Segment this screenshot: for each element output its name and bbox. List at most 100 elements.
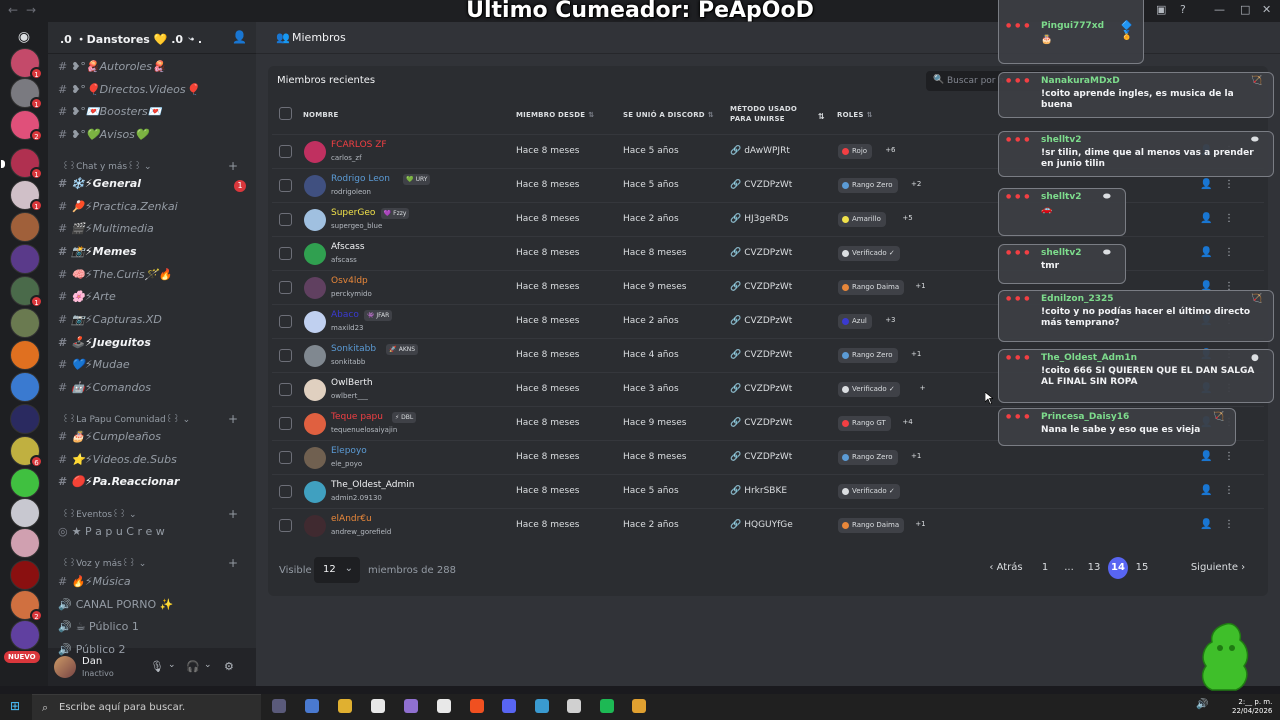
channel-item[interactable]: # ❥°🪼Autoroles🪼 <box>58 60 248 80</box>
server-icon[interactable] <box>10 468 40 498</box>
role-pill[interactable]: Verificado ✓ <box>838 484 900 499</box>
file-explorer-icon[interactable] <box>338 699 352 713</box>
profile-icon[interactable]: 👤 <box>1200 485 1212 496</box>
member-display-name[interactable]: Teque papu <box>331 412 383 422</box>
channel-item[interactable]: # ❥°💌Boosters💌 <box>58 105 248 125</box>
role-pill[interactable]: Verificado ✓ <box>838 382 900 397</box>
row-checkbox[interactable] <box>279 485 292 498</box>
avatar[interactable] <box>304 413 326 435</box>
discord-home-icon[interactable]: ◉ <box>12 29 36 49</box>
server-icon[interactable]: 1 <box>1 148 43 180</box>
profile-icon[interactable]: 👤 <box>1200 213 1212 224</box>
more-roles-count[interactable]: + <box>920 384 926 392</box>
row-checkbox[interactable] <box>279 179 292 192</box>
avatar[interactable] <box>304 379 326 401</box>
column-header-name[interactable]: NOMBRE <box>303 110 338 120</box>
avatar[interactable] <box>304 175 326 197</box>
avatar[interactable] <box>304 481 326 503</box>
profile-icon[interactable]: 👤 <box>1200 179 1212 190</box>
obs-icon[interactable] <box>567 699 581 713</box>
member-display-name[interactable]: SuperGeo <box>331 208 375 218</box>
avatar[interactable] <box>304 243 326 265</box>
role-pill[interactable]: Rango Zero <box>838 348 898 363</box>
more-options-icon[interactable]: ⋮ <box>1224 519 1234 530</box>
add-channel-icon[interactable]: + <box>228 556 238 570</box>
avatar[interactable] <box>304 345 326 367</box>
channel-item[interactable]: # 🎂⚡Cumpleaños <box>58 430 248 450</box>
channel-item[interactable]: # ⭐⚡Videos.de.Subs <box>58 453 248 473</box>
channel-item[interactable]: # 📷⚡Capturas.XD <box>58 313 248 333</box>
server-icon[interactable] <box>10 560 40 590</box>
channel-item[interactable]: ◎ ★ P a p u C r e w <box>58 525 248 545</box>
back-arrow-icon[interactable]: ← <box>8 3 18 17</box>
table-row[interactable]: The_Oldest_Admin admin2.09130 Hace 8 meses… <box>272 474 1264 508</box>
page-14-current[interactable]: 14 <box>1108 557 1128 579</box>
channel-category[interactable]: ꒰꒱La Papu Comunidad꒰꒱ ⌄ + <box>62 412 248 427</box>
channel-item[interactable]: # 🎬⚡Multimedia <box>58 222 248 242</box>
page-15[interactable]: 15 <box>1132 557 1152 579</box>
member-display-name[interactable]: Osv4ldp <box>331 276 368 286</box>
avatar[interactable] <box>304 311 326 333</box>
browser-icon[interactable] <box>305 699 319 713</box>
channel-category[interactable]: ꒰꒱Voz y más꒰꒱ ⌄ + <box>62 556 248 571</box>
column-header-joined-discord[interactable]: SE UNIÓ A DISCORD ⇅ <box>623 110 714 120</box>
server-icon[interactable]: 6 <box>10 436 43 468</box>
column-header-roles[interactable]: ROLES ⇅ <box>837 110 873 120</box>
more-roles-count[interactable]: +6 <box>885 146 895 154</box>
more-options-icon[interactable]: ⋮ <box>1224 485 1234 496</box>
row-checkbox[interactable] <box>279 315 292 328</box>
server-icon[interactable] <box>10 244 40 274</box>
row-checkbox[interactable] <box>279 247 292 260</box>
game-icon[interactable] <box>535 699 549 713</box>
server-icon[interactable]: 1 <box>10 180 43 212</box>
server-icon[interactable] <box>10 372 40 402</box>
member-display-name[interactable]: Elepoyo <box>331 446 367 456</box>
more-roles-count[interactable]: +3 <box>885 316 895 324</box>
avatar[interactable] <box>304 515 326 537</box>
taskbar-search[interactable]: ⌕ Escribe aquí para buscar. <box>32 694 261 720</box>
server-icon[interactable]: 1 <box>10 78 43 110</box>
row-checkbox[interactable] <box>279 417 292 430</box>
more-roles-count[interactable]: +1 <box>915 282 925 290</box>
more-options-icon[interactable]: ⋮ <box>1224 451 1234 462</box>
member-display-name[interactable]: The_Oldest_Admin <box>331 480 414 490</box>
row-checkbox[interactable] <box>279 145 292 158</box>
channel-category[interactable]: ꒰꒱Eventos꒰꒱ ⌄ + <box>62 507 248 522</box>
discord-icon[interactable] <box>502 699 516 713</box>
table-row[interactable]: elAndr€u andrew_gorefield Hace 8 meses Hace… <box>272 508 1264 542</box>
channel-item[interactable]: # 🏓⚡Practica.Zenkai <box>58 200 248 220</box>
per-page-select[interactable]: 12 ⌄ <box>314 557 360 583</box>
more-roles-count[interactable]: +4 <box>902 418 912 426</box>
more-roles-count[interactable]: +2 <box>911 180 921 188</box>
member-display-name[interactable]: elAndr€u <box>331 514 372 524</box>
more-options-icon[interactable]: ⋮ <box>1224 213 1234 224</box>
brave-icon[interactable] <box>470 699 484 713</box>
server-icon[interactable] <box>10 308 40 338</box>
task-view-icon[interactable] <box>272 699 286 713</box>
role-pill[interactable]: Rango Zero <box>838 450 898 465</box>
role-pill[interactable]: Rojo <box>838 144 873 159</box>
server-icon[interactable]: 1 <box>10 48 43 80</box>
more-roles-count[interactable]: +1 <box>915 520 925 528</box>
member-display-name[interactable]: Afscass <box>331 242 365 252</box>
notepad-icon[interactable] <box>371 699 385 713</box>
more-roles-count[interactable]: +1 <box>911 452 921 460</box>
member-display-name[interactable]: OwlBerth <box>331 378 373 388</box>
media-icon[interactable] <box>632 699 646 713</box>
minimize-icon[interactable]: — <box>1214 3 1225 16</box>
prev-page-button[interactable]: ‹ Atrás <box>986 557 1026 579</box>
more-roles-count[interactable]: +5 <box>902 214 912 222</box>
close-icon[interactable]: ✕ <box>1262 3 1271 16</box>
role-pill[interactable]: Azul <box>838 314 872 329</box>
server-icon[interactable]: 2 <box>10 110 43 142</box>
help-icon[interactable]: ? <box>1180 3 1186 16</box>
avatar[interactable] <box>304 277 326 299</box>
channel-item[interactable]: # ❥°🎈Directos.Videos🎈 <box>58 83 248 103</box>
server-icon[interactable]: 2 <box>10 590 43 622</box>
inbox-icon[interactable]: ▣ <box>1156 3 1166 16</box>
more-roles-count[interactable]: +1 <box>911 350 921 358</box>
role-pill[interactable]: Rango Daima <box>838 280 905 295</box>
store-icon[interactable] <box>437 699 451 713</box>
column-header-join-method[interactable]: MÉTODO USADO PARA UNIRSE <box>730 104 802 124</box>
forward-arrow-icon[interactable]: → <box>26 3 36 17</box>
